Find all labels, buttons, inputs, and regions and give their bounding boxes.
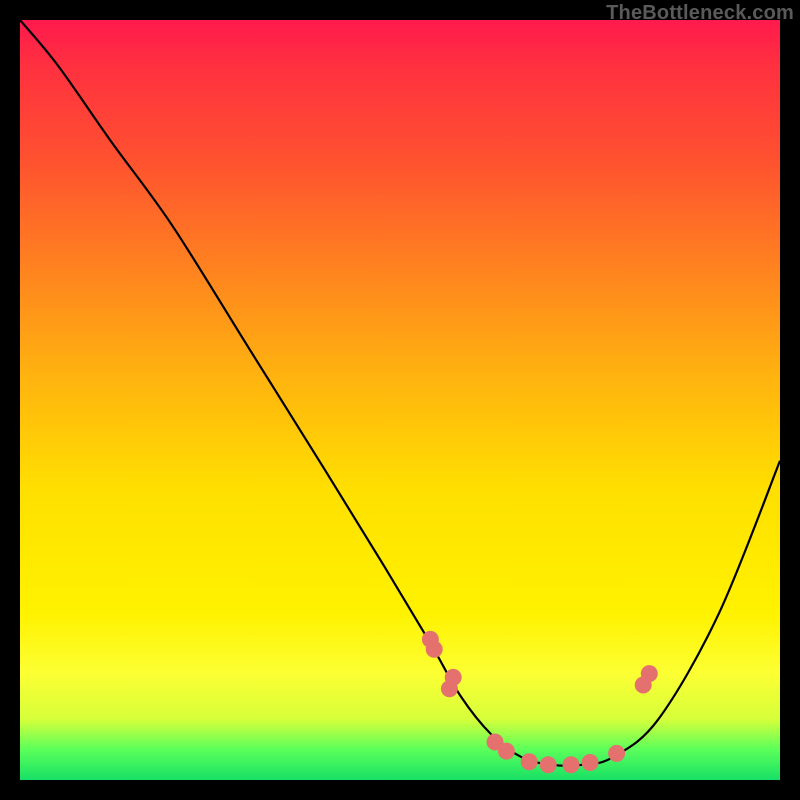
watermark-text: TheBottleneck.com	[606, 2, 794, 25]
gradient-background	[20, 20, 780, 780]
chart-frame	[20, 20, 780, 780]
